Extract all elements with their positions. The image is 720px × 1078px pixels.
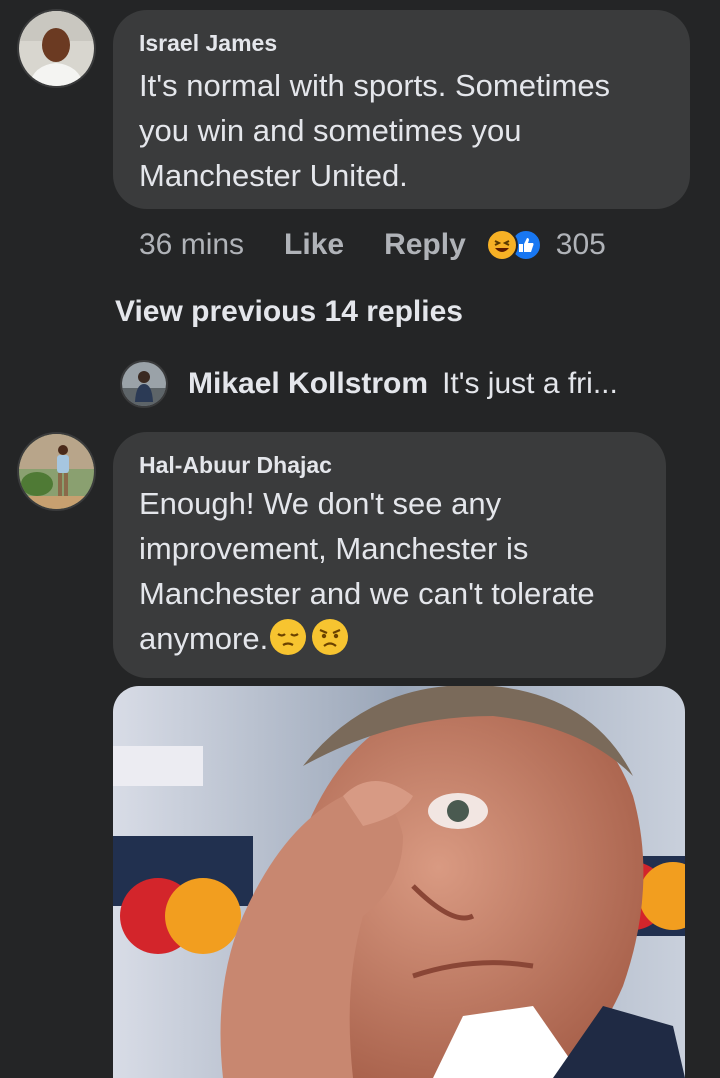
- pensive-face-emoji: [270, 619, 307, 655]
- reaction-summary[interactable]: [485, 229, 542, 261]
- comment-author[interactable]: Israel James: [139, 30, 666, 57]
- reply-preview[interactable]: Mikael Kollstrom It's just a fri...: [120, 360, 618, 408]
- haha-icon: [485, 229, 518, 261]
- avatar-israel-james[interactable]: [17, 9, 96, 88]
- comment-bubble: Hal-Abuur Dhajac Enough! We don't see an…: [113, 432, 666, 678]
- crying-man-photo-icon: [113, 686, 685, 1078]
- comment-text-body: Enough! We don't see any improvement, Ma…: [139, 486, 595, 656]
- like-button[interactable]: Like: [284, 228, 344, 262]
- reaction-count[interactable]: 305: [556, 228, 606, 262]
- profile-photo-icon: [19, 434, 94, 509]
- reply-snippet: It's just a fri...: [442, 367, 618, 400]
- reply-button[interactable]: Reply: [384, 228, 466, 262]
- comment-text: It's normal with sports. Sometimes you w…: [139, 68, 611, 193]
- reply-author[interactable]: Mikael Kollstrom: [188, 367, 428, 401]
- comment-actions: 36 mins Like Reply 305: [139, 225, 606, 265]
- avatar-mikael-kollstrom[interactable]: [120, 360, 168, 408]
- comment-author[interactable]: Hal-Abuur Dhajac: [139, 452, 642, 479]
- profile-photo-icon: [122, 362, 166, 406]
- profile-photo-icon: [19, 11, 94, 86]
- comment-timestamp[interactable]: 36 mins: [139, 228, 244, 262]
- avatar-hal-abuur-dhajac[interactable]: [17, 432, 96, 511]
- comment-bubble: Israel James It's normal with sports. So…: [113, 10, 690, 209]
- comment-text: Enough! We don't see any improvement, Ma…: [139, 481, 642, 661]
- view-previous-replies-link[interactable]: View previous 14 replies: [115, 295, 463, 329]
- comment-attached-photo[interactable]: [113, 686, 685, 1078]
- pouting-face-emoji: [312, 619, 349, 655]
